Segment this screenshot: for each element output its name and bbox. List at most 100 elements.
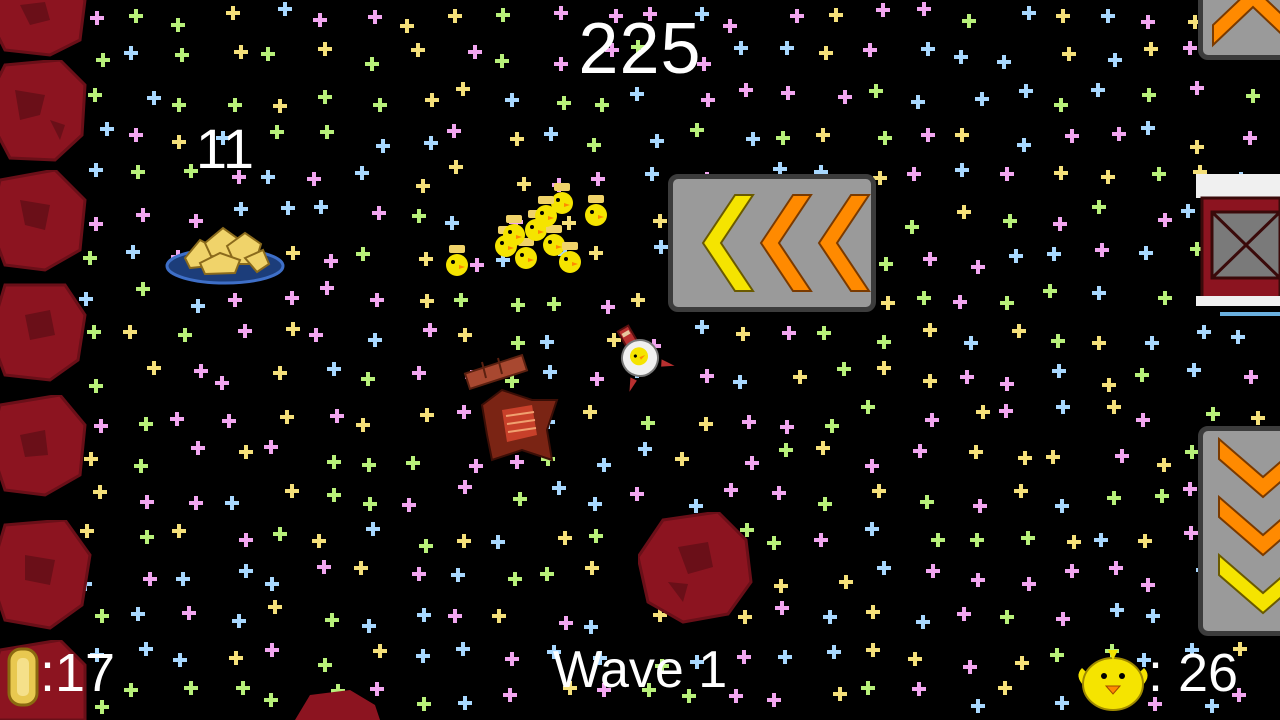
star-sparkle xyxy=(1144,42,1158,56)
star-sparkle xyxy=(420,294,434,308)
chick-icon xyxy=(503,215,525,246)
arrow-panel-up[interactable] xyxy=(1198,0,1280,60)
star-sparkle xyxy=(419,539,433,553)
asteroid-icon xyxy=(295,690,380,720)
star-sparkle xyxy=(313,13,327,27)
star-sparkle xyxy=(781,86,795,100)
star-sparkle xyxy=(325,613,339,627)
arrow-panel-down[interactable] xyxy=(1198,426,1280,636)
chick-icon xyxy=(559,242,581,273)
star-sparkle xyxy=(458,328,472,342)
coin-count: :17 xyxy=(40,643,116,703)
coin-icon xyxy=(7,647,39,707)
star-sparkle xyxy=(736,327,750,341)
star-sparkle xyxy=(412,567,426,581)
star-sparkle xyxy=(907,167,921,181)
star-sparkle xyxy=(458,480,472,494)
star-sparkle xyxy=(173,653,187,667)
star-sparkle xyxy=(793,370,807,384)
star-sparkle xyxy=(1107,491,1121,505)
star-sparkle xyxy=(955,128,969,142)
star-sparkle xyxy=(131,165,145,179)
star-sparkle xyxy=(587,138,601,152)
star-sparkle xyxy=(1022,6,1036,20)
star-sparkle xyxy=(376,139,390,153)
asteroid-icon xyxy=(0,170,87,272)
star-sparkle xyxy=(238,324,252,338)
chevron-up-arrows-icon xyxy=(1212,0,1280,48)
star-sparkle xyxy=(1197,325,1211,339)
star-sparkle xyxy=(772,486,786,500)
star-sparkle xyxy=(411,43,425,57)
star-sparkle xyxy=(273,527,287,541)
star-sparkle xyxy=(172,98,186,112)
star-sparkle xyxy=(1107,400,1121,414)
star-sparkle xyxy=(1183,482,1197,496)
arrow-panel-left[interactable] xyxy=(668,174,876,312)
star-sparkle xyxy=(1243,131,1257,145)
star-sparkle xyxy=(601,300,615,314)
star-sparkle xyxy=(1056,400,1070,414)
star-sparkle xyxy=(417,608,431,622)
star-sparkle xyxy=(920,495,934,509)
star-sparkle xyxy=(355,166,369,180)
star-sparkle xyxy=(170,412,184,426)
star-sparkle xyxy=(1000,167,1014,181)
star-sparkle xyxy=(307,172,321,186)
star-sparkle xyxy=(406,456,420,470)
star-sparkle xyxy=(1244,370,1258,384)
barn-icon[interactable] xyxy=(1192,168,1280,320)
star-sparkle xyxy=(496,8,510,22)
star-sparkle xyxy=(402,498,416,512)
star-sparkle xyxy=(779,443,793,457)
star-sparkle xyxy=(456,642,470,656)
star-sparkle xyxy=(653,214,667,228)
star-sparkle xyxy=(1015,656,1029,670)
star-sparkle xyxy=(1135,368,1149,382)
star-sparkle xyxy=(273,99,287,113)
star-sparkle xyxy=(1051,334,1065,348)
star-sparkle xyxy=(1145,336,1159,350)
star-sparkle xyxy=(866,643,880,657)
star-sparkle xyxy=(776,131,790,145)
star-sparkle xyxy=(552,481,566,495)
star-sparkle xyxy=(818,497,832,511)
star-sparkle xyxy=(913,444,927,458)
star-sparkle xyxy=(400,19,414,33)
star-sparkle xyxy=(589,246,603,260)
star-sparkle xyxy=(89,379,103,393)
star-sparkle xyxy=(147,91,161,105)
star-sparkle xyxy=(327,362,341,376)
food-plate-icon[interactable] xyxy=(165,218,285,288)
star-sparkle xyxy=(971,699,985,713)
star-sparkle xyxy=(368,10,382,24)
star-sparkle xyxy=(975,92,989,106)
star-sparkle xyxy=(373,644,387,658)
star-sparkle xyxy=(829,8,843,22)
star-sparkle xyxy=(1102,378,1116,392)
star-sparkle xyxy=(285,291,299,305)
star-sparkle xyxy=(228,293,242,307)
star-sparkle xyxy=(90,11,104,25)
star-sparkle xyxy=(876,3,890,17)
star-sparkle xyxy=(261,47,275,61)
star-sparkle xyxy=(689,499,703,513)
star-sparkle xyxy=(1000,377,1014,391)
star-sparkle xyxy=(955,163,969,177)
star-sparkle xyxy=(366,522,380,536)
star-sparkle xyxy=(423,323,437,337)
star-sparkle xyxy=(971,260,985,274)
star-sparkle xyxy=(131,607,145,621)
star-sparkle xyxy=(285,484,299,498)
star-sparkle xyxy=(700,369,714,383)
player-chicken-ship[interactable] xyxy=(600,322,680,394)
star-sparkle xyxy=(318,658,332,672)
star-sparkle xyxy=(265,643,279,657)
star-sparkle xyxy=(1055,499,1069,513)
star-sparkle xyxy=(872,484,886,498)
star-sparkle xyxy=(790,9,804,23)
star-sparkle xyxy=(588,497,602,511)
star-sparkle xyxy=(819,46,833,60)
star-sparkle xyxy=(1246,89,1260,103)
wave-label: Wave 1 xyxy=(552,641,728,699)
